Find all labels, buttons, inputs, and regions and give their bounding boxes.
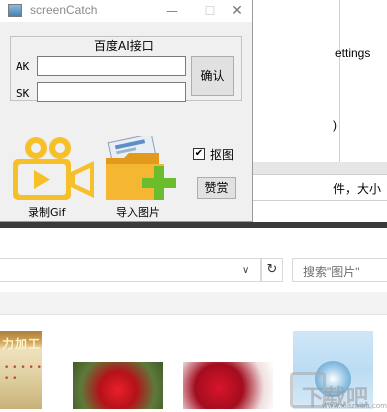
- video-camera-icon[interactable]: [10, 134, 96, 202]
- thumbnail-text: • • • • • • •: [4, 363, 42, 384]
- matting-checkbox[interactable]: ✔: [193, 148, 205, 160]
- address-bar[interactable]: ∨: [0, 258, 261, 282]
- image-thumbnail-rose-2[interactable]: [183, 362, 273, 409]
- ak-label: AK: [16, 60, 30, 73]
- chevron-down-icon[interactable]: ∨: [242, 265, 249, 276]
- refresh-icon[interactable]: ↻: [261, 258, 283, 282]
- like-button[interactable]: 赞赏: [197, 177, 236, 199]
- search-input[interactable]: 搜索"图片": [292, 258, 387, 282]
- api-group-title: 百度AI接口: [92, 37, 156, 54]
- record-gif-label[interactable]: 录制Gif: [28, 204, 65, 220]
- image-thumbnail-rose-1[interactable]: [73, 362, 163, 409]
- image-thumbnail-1[interactable]: 力加工 • • • • • • •: [0, 331, 42, 409]
- sk-input[interactable]: [37, 82, 186, 102]
- ak-input[interactable]: [37, 56, 186, 76]
- close-button[interactable]: ✕: [222, 0, 252, 22]
- minimize-button[interactable]: —: [157, 0, 187, 22]
- explorer-command-band: [0, 292, 387, 315]
- matting-checkbox-label[interactable]: 抠图: [210, 146, 234, 163]
- thumbnail-caption: 力加工: [2, 337, 42, 351]
- app-icon: [8, 4, 22, 17]
- window-edge-shadow: [0, 222, 387, 228]
- folder-import-icon[interactable]: [104, 136, 184, 202]
- settings-text-fragment: ettings: [335, 46, 371, 60]
- import-image-label[interactable]: 导入图片: [116, 204, 160, 220]
- search-placeholder: 搜索"图片": [303, 265, 360, 279]
- sk-label: SK: [16, 87, 30, 100]
- paren-text-fragment: ): [333, 118, 337, 132]
- screencatch-window: screenCatch — ☐ ✕ 百度AI接口 AK SK 确认 录制Gif …: [0, 0, 253, 222]
- title-bar[interactable]: screenCatch — ☐ ✕: [0, 0, 252, 22]
- background-band: [252, 162, 387, 174]
- explorer-address-row: ∨ ↻ 搜索"图片": [0, 256, 387, 284]
- file-size-text: 件，大小: [333, 182, 382, 196]
- confirm-button[interactable]: 确认: [191, 56, 234, 96]
- window-title: screenCatch: [30, 3, 98, 17]
- maximize-button[interactable]: ☐: [195, 0, 225, 22]
- file-info-bar: 件，大小: [252, 174, 387, 201]
- background-divider: [339, 0, 340, 175]
